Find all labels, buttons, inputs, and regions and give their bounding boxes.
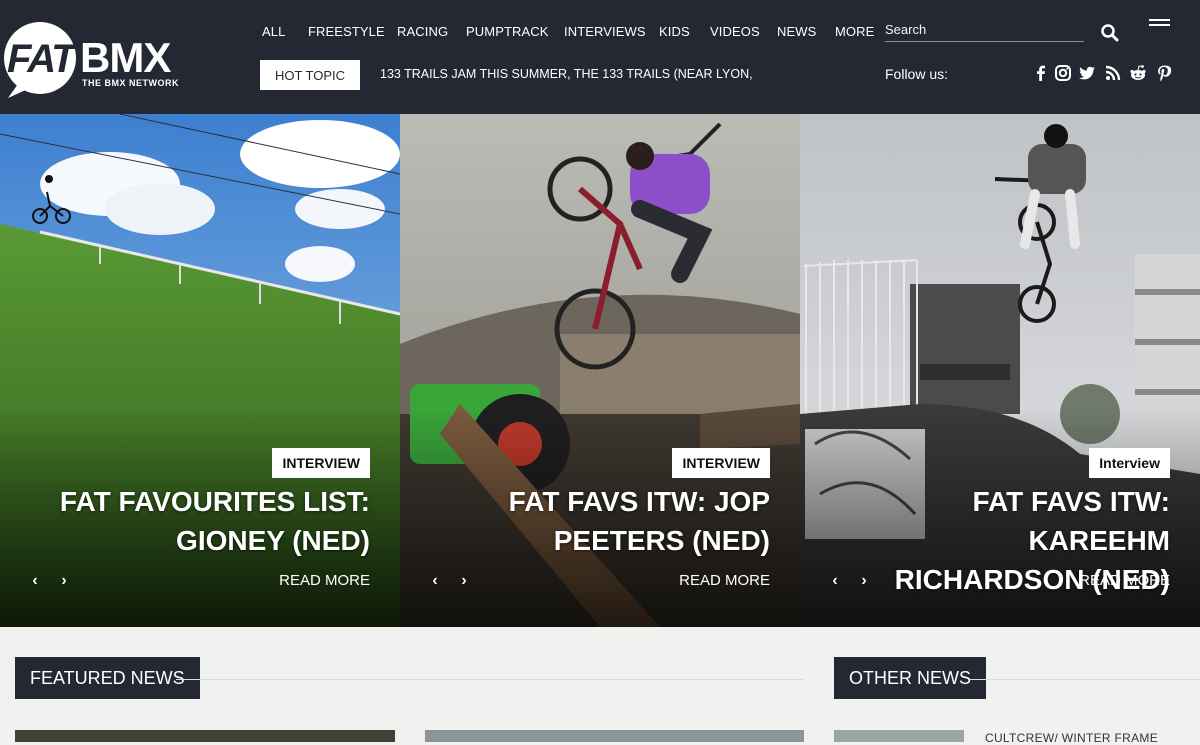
news-section: FEATURED NEWS OTHER NEWS CULTCREW/ WINTE… <box>0 627 1200 745</box>
news-ticker[interactable]: 133 TRAILS JAM THIS SUMMER, THE 133 TRAI… <box>380 67 753 81</box>
nav-item-freestyle[interactable]: FREESTYLE <box>308 24 385 39</box>
other-news-item-title[interactable]: CULTCREW/ WINTER FRAME <box>985 731 1158 745</box>
slide-1-prev-arrow-icon[interactable]: ‹ <box>27 572 43 590</box>
slide-3-category[interactable]: Interview <box>1089 448 1170 478</box>
search-box <box>885 19 1084 42</box>
featured-news-divider <box>176 679 804 680</box>
slide-2-category[interactable]: INTERVIEW <box>672 448 770 478</box>
nav-item-kids[interactable]: KIDS <box>659 24 690 39</box>
nav-item-more[interactable]: MORE <box>835 24 874 39</box>
slide-1-category[interactable]: INTERVIEW <box>272 448 370 478</box>
facebook-icon[interactable] <box>1032 64 1050 82</box>
nav-item-racing[interactable]: RACING <box>397 24 448 39</box>
search-input[interactable] <box>885 19 1075 39</box>
slide-2[interactable]: INTERVIEW FAT FAVS ITW: JOP PEETERS (NED… <box>400 114 800 627</box>
nav-item-news[interactable]: NEWS <box>777 24 816 39</box>
slide-1-read-more[interactable]: READ MORE <box>279 572 370 589</box>
slide-2-prev-arrow-icon[interactable]: ‹ <box>427 572 443 590</box>
reddit-icon[interactable] <box>1129 64 1147 82</box>
site-header: FAT BMX THE BMX NETWORK ALL FREESTYLE RA… <box>0 0 1200 114</box>
svg-text:FAT: FAT <box>7 37 79 81</box>
svg-text:BMX: BMX <box>80 34 171 81</box>
twitter-icon[interactable] <box>1078 64 1096 82</box>
hot-topic-badge[interactable]: HOT TOPIC <box>260 60 360 90</box>
slide-3-prev-arrow-icon[interactable]: ‹ <box>827 572 843 590</box>
slide-1[interactable]: INTERVIEW FAT FAVOURITES LIST: GIONEY (N… <box>0 114 400 627</box>
nav-item-pumptrack[interactable]: PUMPTRACK <box>466 24 549 39</box>
search-icon[interactable] <box>1100 23 1120 43</box>
rss-icon[interactable] <box>1104 64 1122 82</box>
svg-text:THE BMX NETWORK: THE BMX NETWORK <box>82 78 179 88</box>
hamburger-menu-icon[interactable] <box>1148 16 1172 36</box>
featured-news-heading: FEATURED NEWS <box>15 657 200 699</box>
other-news-heading: OTHER NEWS <box>834 657 987 699</box>
slide-1-title[interactable]: FAT FAVOURITES LIST: GIONEY (NED) <box>40 482 370 560</box>
follow-us-label: Follow us: <box>885 66 949 82</box>
slide-2-title[interactable]: FAT FAVS ITW: JOP PEETERS (NED) <box>440 482 770 560</box>
slide-2-read-more[interactable]: READ MORE <box>679 572 770 589</box>
nav-item-interviews[interactable]: INTERVIEWS <box>564 24 646 39</box>
other-news-thumbnail-1[interactable] <box>834 730 964 742</box>
featured-news-thumbnail-2[interactable] <box>425 730 804 742</box>
slide-3-read-more[interactable]: READ MORE <box>1079 572 1170 589</box>
slide-1-next-arrow-icon[interactable]: › <box>56 572 72 590</box>
fatbmx-logo[interactable]: FAT BMX THE BMX NETWORK <box>2 14 198 102</box>
pinterest-icon[interactable] <box>1155 64 1173 82</box>
instagram-icon[interactable] <box>1054 64 1072 82</box>
slide-2-next-arrow-icon[interactable]: › <box>456 572 472 590</box>
slide-3-next-arrow-icon[interactable]: › <box>856 572 872 590</box>
featured-news-thumbnail-1[interactable] <box>15 730 395 742</box>
slide-3[interactable]: Interview FAT FAVS ITW: KAREEHM RICHARDS… <box>800 114 1200 627</box>
nav-item-videos[interactable]: VIDEOS <box>710 24 760 39</box>
featured-slider: INTERVIEW FAT FAVOURITES LIST: GIONEY (N… <box>0 114 1200 627</box>
nav-item-all[interactable]: ALL <box>262 24 285 39</box>
other-news-divider <box>968 679 1200 680</box>
